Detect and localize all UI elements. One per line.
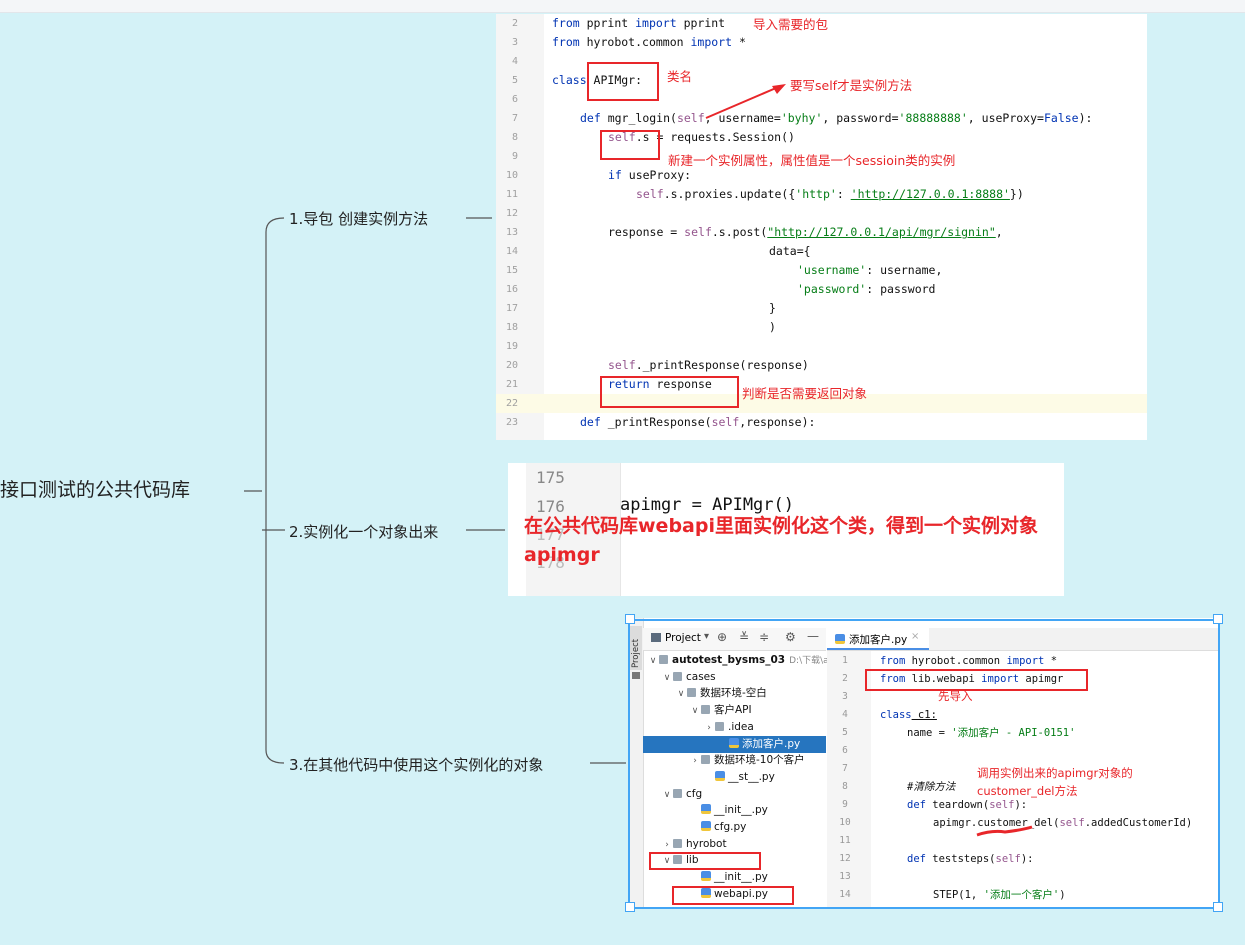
mindmap-branch-3[interactable]: 3.在其他代码中使用这个实例化的对象 bbox=[289, 754, 543, 775]
resize-handle-top-left[interactable] bbox=[625, 614, 635, 624]
resize-handle-bottom-right[interactable] bbox=[1213, 902, 1223, 912]
resize-handle-bottom-left[interactable] bbox=[625, 902, 635, 912]
annotation-attr: 新建一个实例属性，属性值是一个sessioin类的实例 bbox=[668, 153, 956, 168]
resize-handle-top-right[interactable] bbox=[1213, 614, 1223, 624]
mindmap-branch-2[interactable]: 2.实例化一个对象出来 bbox=[289, 521, 438, 542]
annotation-return: 判断是否需要返回对象 bbox=[742, 386, 868, 401]
line-number: 175 bbox=[536, 468, 565, 487]
mindmap-branch-1[interactable]: 1.导包 创建实例方法 bbox=[289, 208, 428, 229]
selection-frame[interactable] bbox=[628, 619, 1220, 909]
annotation-instantiation: 在公共代码库webapi里面实例化这个类，得到一个实例对象apimgr bbox=[524, 515, 1038, 566]
highlight-box-return bbox=[600, 376, 739, 408]
highlight-box-self-s bbox=[600, 130, 660, 160]
code-screenshot-1: 2 from pprint import pprint 3 from hyrob… bbox=[496, 14, 1147, 440]
mindmap-root[interactable]: 接口测试的公共代码库 bbox=[0, 475, 190, 502]
code-screenshot-2: 175 176 177 178 apimgr = APIMgr() 在公共代码库… bbox=[508, 463, 1064, 596]
annotation-self: 要写self才是实例方法 bbox=[790, 78, 913, 93]
